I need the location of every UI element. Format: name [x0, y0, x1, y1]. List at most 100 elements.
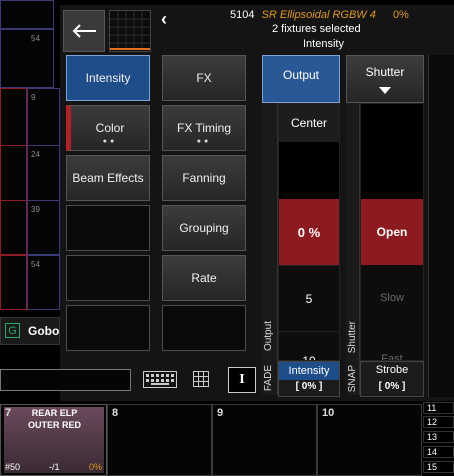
playback-cell-8[interactable]: 8 — [107, 404, 212, 476]
grid-cell-number: 54 — [31, 260, 40, 269]
playback-level: 0% — [88, 462, 102, 472]
fixture-level: 0% — [392, 9, 409, 21]
shutter-value-option-label: Slow — [380, 292, 404, 304]
beam-effects-label: Beam Effects — [72, 171, 144, 185]
shutter-value-option-label: Fast — [381, 353, 403, 361]
list-item[interactable]: 15 — [423, 461, 454, 473]
color-button[interactable]: Color ●● — [66, 105, 150, 151]
list-item-number: 14 — [427, 447, 438, 457]
output-title: Output — [282, 68, 320, 82]
grid-cell-number: 24 — [31, 150, 40, 159]
output-header[interactable]: Output — [262, 55, 340, 103]
grid-cell[interactable]: 39 — [27, 200, 60, 255]
fx-timing-button[interactable]: FX Timing ●● — [162, 105, 246, 151]
playback-part: -/1 — [49, 462, 60, 472]
output-value-option-label: 5 — [305, 291, 313, 306]
playback-number: 8 — [112, 407, 119, 419]
fx-label: FX — [196, 71, 212, 85]
intensity-footer-name: Intensity — [279, 362, 339, 380]
page-dots: ●● — [102, 138, 118, 145]
playback-number: 9 — [217, 407, 224, 419]
playback-number: 10 — [322, 407, 335, 419]
fixture-id: 5104 — [230, 9, 255, 21]
grouping-button[interactable]: Grouping — [162, 205, 246, 251]
fixture-header: 5104 SR Ellipsoidal RGBW 4 0% — [230, 9, 454, 21]
gobo-badge: G — [5, 323, 20, 338]
grouping-label: Grouping — [179, 221, 229, 235]
output-value-option[interactable]: 10 — [279, 331, 339, 361]
list-item[interactable]: 11 — [423, 402, 454, 414]
beam-effects-button[interactable]: Beam Effects — [66, 155, 150, 201]
shutter-side-label: Shutter — [347, 321, 358, 354]
center-button[interactable]: Center — [279, 104, 339, 142]
fan-graph-thumbnail[interactable] — [109, 10, 151, 52]
playback-label-line1: REAR ELP — [31, 408, 78, 418]
grid-cell[interactable]: 24 — [27, 145, 60, 202]
strobe-footer-value: [ 0% ] — [378, 381, 406, 392]
list-item-number: 11 — [427, 403, 437, 413]
playback-cell-7[interactable]: 7 REAR ELP OUTER RED #50 -/1 0% — [0, 404, 107, 476]
playback-label: REAR ELP OUTER RED — [1, 405, 108, 431]
grid-icon[interactable] — [193, 371, 209, 387]
selection-count: 2 fixtures selected — [272, 23, 361, 35]
graph-icon — [110, 11, 150, 51]
grid-cell[interactable] — [0, 0, 54, 29]
shutter-value-current[interactable]: Open — [361, 199, 423, 265]
gobo-button[interactable]: G Gobo — [0, 317, 60, 345]
attribute-title: Intensity — [303, 38, 344, 50]
rate-button[interactable]: Rate — [162, 255, 246, 301]
grid-cell-number: 54 — [31, 34, 40, 43]
empty-attribute-slot[interactable] — [66, 205, 150, 251]
grid-cell[interactable] — [0, 145, 27, 202]
shutter-side-strip: Shutter SNAP — [346, 103, 360, 395]
gobo-label: Gobo — [28, 324, 60, 338]
playback-cell-10[interactable]: 10 — [317, 404, 422, 476]
list-item-number: 15 — [427, 462, 438, 472]
list-item[interactable]: 13 — [423, 431, 454, 443]
chevron-left-icon[interactable]: ‹ — [161, 9, 167, 30]
playback-id: #50 — [5, 462, 21, 472]
output-value-option-label: 10 — [302, 354, 316, 361]
color-label: Color — [95, 121, 125, 135]
fanning-label: Fanning — [182, 171, 226, 185]
shutter-value-option[interactable]: Fast — [361, 331, 423, 361]
grid-cell[interactable]: 54 — [27, 255, 60, 310]
intensity-footer[interactable]: Intensity [ 0% ] — [278, 361, 340, 397]
fixture-name: SR Ellipsoidal RGBW 4 — [261, 9, 376, 21]
grid-cell[interactable] — [0, 200, 27, 255]
keyboard-icon[interactable] — [143, 371, 177, 388]
output-side-label: Output — [263, 321, 274, 352]
dropdown-arrow-icon — [379, 86, 391, 94]
attribute-panel: ‹ 5104 SR Ellipsoidal RGBW 4 0% 2 fixtur… — [60, 5, 454, 401]
grid-cell[interactable]: 9 — [27, 88, 60, 147]
next-column-edge[interactable] — [428, 55, 454, 397]
grid-cell-number: 39 — [31, 205, 40, 214]
shutter-header[interactable]: Shutter — [346, 55, 424, 103]
info-button-label: I — [239, 372, 245, 387]
list-item[interactable]: 12 — [423, 416, 454, 428]
arrow-left-icon — [72, 24, 96, 38]
output-fader-track[interactable]: Center 0 % 5 10 — [278, 103, 340, 361]
shutter-fader-track[interactable]: Open Slow Fast — [360, 103, 424, 361]
output-value-option[interactable]: 5 — [279, 265, 339, 331]
command-line-input[interactable] — [0, 369, 131, 391]
output-side-strip: Output FADE — [262, 103, 278, 395]
output-value-current[interactable]: 0 % — [279, 199, 339, 265]
playback-cell-9[interactable]: 9 — [212, 404, 317, 476]
fx-timing-label: FX Timing — [176, 121, 231, 135]
shutter-value-option[interactable]: Slow — [361, 265, 423, 331]
back-button[interactable] — [63, 10, 105, 52]
grid-cell[interactable]: 54 — [0, 29, 54, 88]
center-label: Center — [290, 116, 328, 130]
list-item[interactable]: 14 — [423, 446, 454, 458]
info-button[interactable]: I — [228, 367, 256, 393]
empty-attribute-slot[interactable] — [162, 305, 246, 351]
empty-attribute-slot[interactable] — [66, 305, 150, 351]
intensity-button[interactable]: Intensity — [66, 55, 150, 101]
grid-cell[interactable] — [0, 88, 27, 147]
fanning-button[interactable]: Fanning — [162, 155, 246, 201]
fx-button[interactable]: FX — [162, 55, 246, 101]
strobe-footer[interactable]: Strobe [ 0% ] — [360, 361, 424, 397]
grid-cell[interactable] — [0, 255, 27, 310]
empty-attribute-slot[interactable] — [66, 255, 150, 301]
